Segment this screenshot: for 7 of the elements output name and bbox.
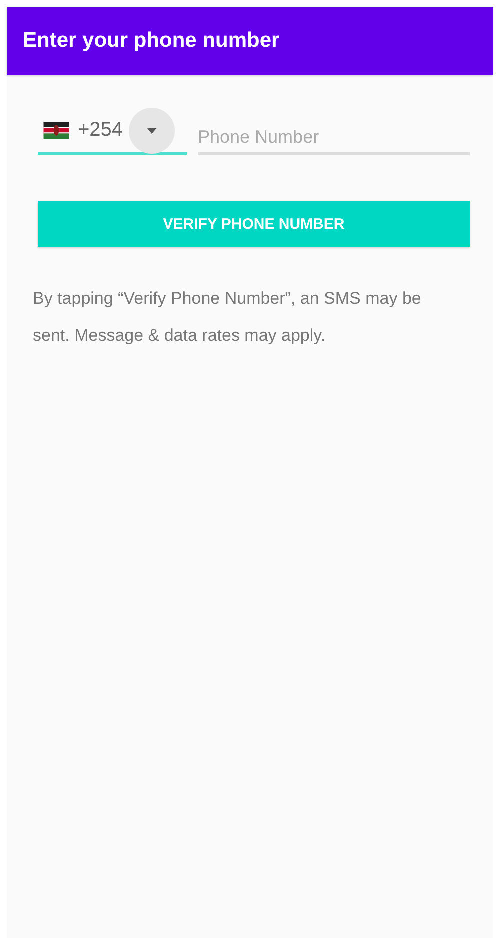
- flag-icon: [43, 122, 70, 139]
- disclaimer-text: By tapping “Verify Phone Number”, an SMS may be sent. Message & data rates may apply.: [33, 288, 422, 347]
- country-code-selector[interactable]: +254: [38, 105, 187, 155]
- app-bar-title: Enter your phone number: [23, 29, 280, 53]
- phone-number-field[interactable]: Phone Number: [198, 119, 470, 155]
- country-code: +254: [78, 119, 124, 142]
- caret-icon: [147, 128, 158, 134]
